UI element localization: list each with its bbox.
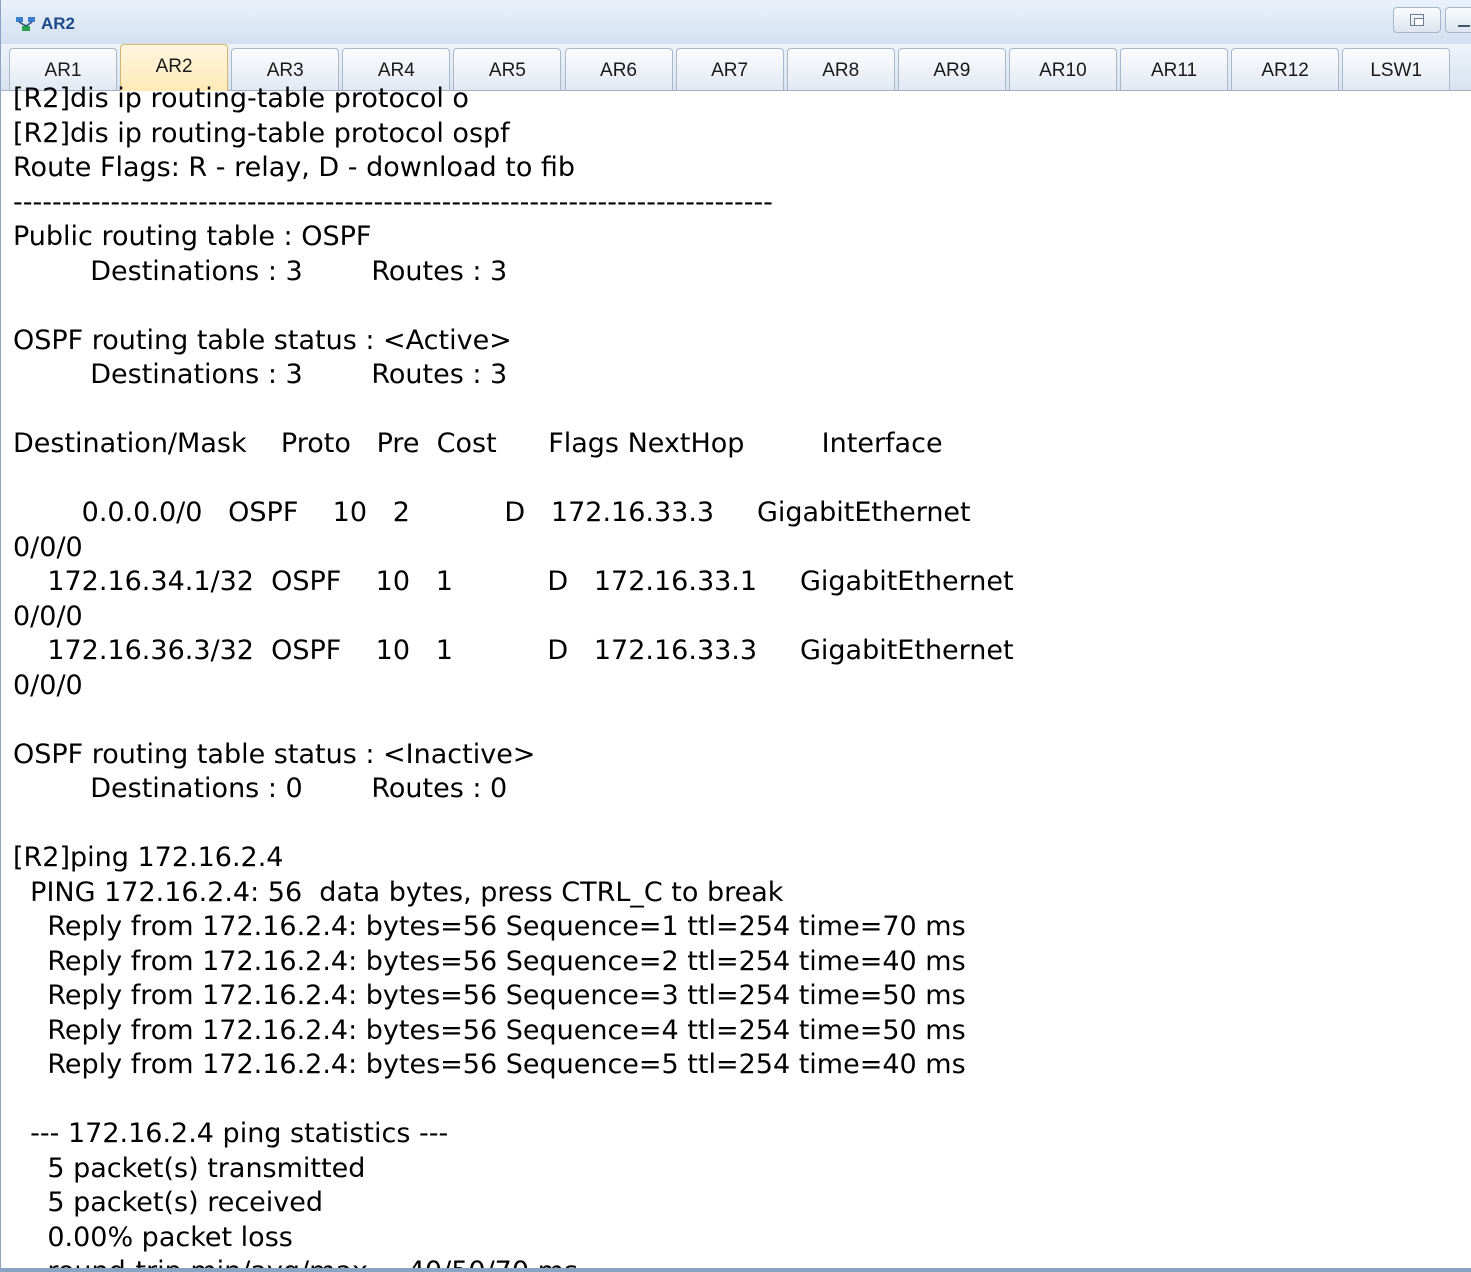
console-line: 0.0.0.0/0 OSPF 10 2 D 172.16.33.3 Gigabi…: [13, 497, 971, 528]
minimize-icon: [1458, 25, 1470, 27]
console-line: 0/0/0: [13, 600, 83, 632]
console-line: Public routing table : OSPF: [13, 221, 372, 252]
console-line: ----------------------------------------…: [13, 186, 773, 218]
restore-icon: [1410, 14, 1424, 26]
terminal-window: AR2 AR1 AR2 AR3 AR4 AR5 AR6 AR7 AR8 AR9 AR10 AR11 A…: [0, 0, 1471, 1272]
console-output[interactable]: [R2]dis ip routing-table protocol o [R2]d…: [13, 82, 1471, 1272]
console-line: 172.16.34.1/32 OSPF 10 1 D 172.16.33.1 G…: [13, 566, 1014, 597]
console-line: Reply from 172.16.2.4: bytes=56 Sequence…: [13, 980, 966, 1011]
console-line: OSPF routing table status : <Active>: [13, 324, 512, 356]
device-topology-icon: [16, 17, 35, 31]
console-line: Reply from 172.16.2.4: bytes=56 Sequence…: [13, 1014, 966, 1046]
console-line: [R2]ping 172.16.2.4: [13, 842, 284, 873]
console-line: 0/0/0: [13, 669, 83, 701]
console-line: [R2]dis ip routing-table protocol o: [13, 83, 469, 114]
console-line: Destinations : 0 Routes : 0: [13, 773, 508, 804]
minimize-button[interactable]: [1445, 7, 1471, 33]
console-line: 0.00% packet loss: [13, 1221, 293, 1253]
console-line: Destinations : 3 Routes : 3: [13, 255, 508, 287]
console-line: PING 172.16.2.4: 56 data bytes, press CT…: [13, 876, 784, 908]
console-line: Reply from 172.16.2.4: bytes=56 Sequence…: [13, 1049, 966, 1080]
console-line: 0/0/0: [13, 531, 83, 563]
console-line: 172.16.36.3/32 OSPF 10 1 D 172.16.33.3 G…: [13, 635, 1014, 666]
console-line: 5 packet(s) received: [13, 1187, 324, 1218]
console-line: Reply from 172.16.2.4: bytes=56 Sequence…: [13, 945, 966, 977]
console-line: Route Flags: R - relay, D - download to …: [13, 152, 576, 183]
title-bar[interactable]: AR2: [1, 0, 1471, 45]
console-line: Destinations : 3 Routes : 3: [13, 359, 508, 390]
window-title: AR2: [41, 14, 76, 33]
console-line: 5 packet(s) transmitted: [13, 1152, 366, 1184]
console-line: OSPF routing table status : <Inactive>: [13, 738, 536, 770]
console-line: --- 172.16.2.4 ping statistics ---: [13, 1118, 449, 1149]
console-line: Destination/Mask Proto Pre Cost Flags Ne…: [13, 428, 943, 459]
console-line: Reply from 172.16.2.4: bytes=56 Sequence…: [13, 911, 966, 942]
console-line: [R2]dis ip routing-table protocol ospf: [13, 117, 510, 149]
restore-button[interactable]: [1393, 7, 1441, 33]
window-bottom-border: [1, 1268, 1471, 1272]
